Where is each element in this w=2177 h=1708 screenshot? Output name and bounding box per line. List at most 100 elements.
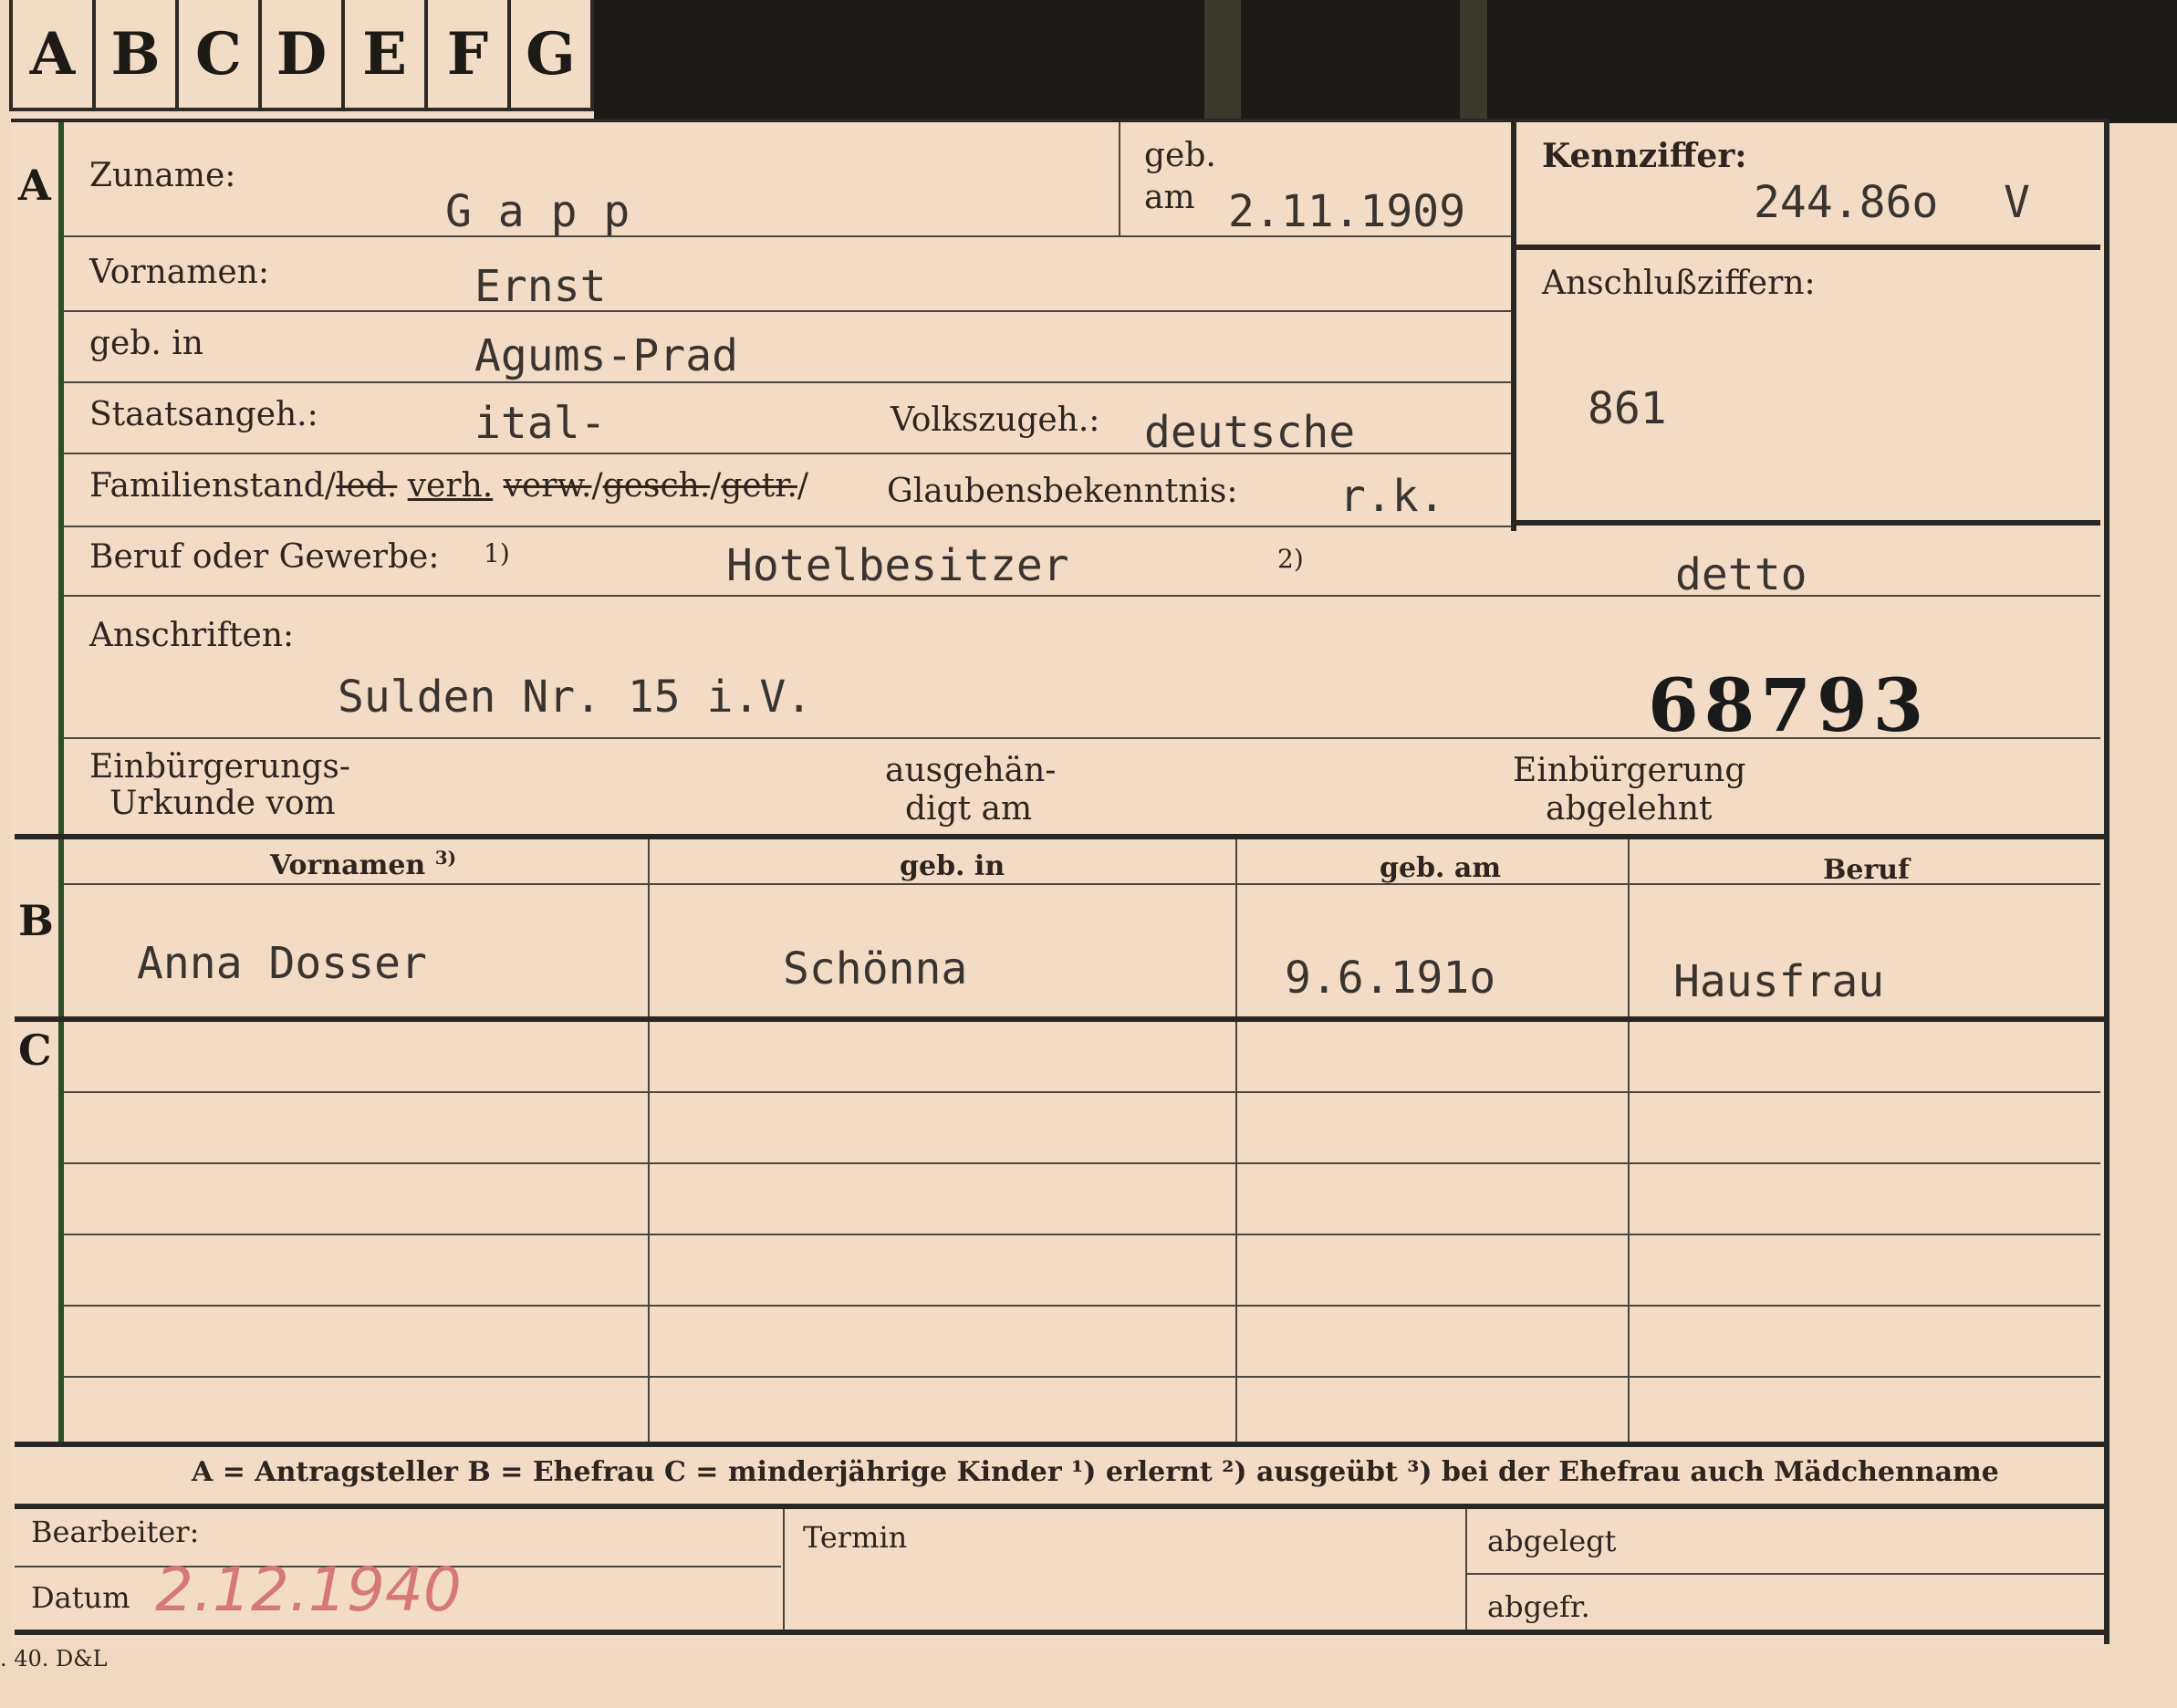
ehefrau-geb-am: 9.6.191o [1285, 953, 1496, 1004]
glaubensbekenntnis-value: r.k. [1339, 471, 1445, 522]
row-line [64, 1305, 2100, 1307]
termin-label: Termin [803, 1520, 908, 1555]
col-header-vornamen: Vornamen 3) [270, 847, 456, 881]
row-line [64, 381, 1513, 383]
tab-g: G [511, 0, 594, 111]
familienstand-option-verh: verh. [407, 467, 494, 505]
col-header-geb-in: geb. in [900, 850, 1005, 882]
kennziffer-value: 244.86o [1754, 177, 1939, 228]
index-tabs: A B C D E F G [9, 0, 594, 123]
col-header-geb-am: geb. am [1380, 852, 1502, 884]
top-stripe [1460, 0, 1487, 123]
section-b-letter: B [18, 896, 54, 945]
kennziffer-border [1511, 245, 2100, 250]
familienstand-option-verw: verw. [503, 467, 592, 505]
zuname-value: G a p p [445, 186, 630, 237]
row-line [64, 1376, 2100, 1378]
col-line [783, 1509, 785, 1630]
anschlussziffer-value: 861 [1588, 383, 1667, 434]
row-line [64, 310, 1513, 312]
tab-e: E [345, 0, 428, 111]
print-code: . 40. D&L [0, 1646, 108, 1672]
section-line [15, 834, 2104, 839]
vornamen-value: Ernst [474, 261, 607, 312]
top-stripe [1204, 0, 1241, 123]
beruf-note-2: 2) [1277, 544, 1304, 574]
familienstand-option-gesch: gesch. [602, 467, 711, 505]
section-a-letter: A [18, 161, 51, 210]
einbuergerungs-urkunde-label-1: Einbürgerungs- [89, 748, 351, 786]
col-line [1628, 839, 1630, 1442]
datum-label: Datum [31, 1580, 130, 1615]
abgelegt-label: abgelegt [1487, 1524, 1617, 1558]
tab-c: C [179, 0, 262, 111]
beruf-erlernt-value: Hotelbesitzer [726, 540, 1069, 591]
section-c-letter: C [18, 1026, 52, 1075]
card-border [2104, 119, 2109, 1644]
geb-in-value: Agums-Prad [474, 330, 738, 381]
section-line [15, 1442, 2104, 1447]
col-line [648, 839, 650, 1442]
row-line [1465, 1573, 2104, 1575]
beruf-label: Beruf oder Gewerbe: [89, 538, 440, 576]
ausgehaendigt-label-2: digt am [905, 790, 1033, 828]
zuname-label: Zuname: [89, 157, 236, 194]
col-header-note: 3) [434, 847, 457, 869]
row-line [64, 1234, 2100, 1235]
section-line [15, 1016, 2104, 1022]
familienstand-option-led: led. [335, 467, 398, 505]
tab-d: D [262, 0, 345, 111]
kennziffer-suffix: V [2004, 177, 2030, 228]
row-line [64, 883, 2100, 885]
section-divider [58, 122, 64, 834]
tab-b: B [96, 0, 179, 111]
col-line [1119, 122, 1120, 235]
glaubensbekenntnis-label: Glaubensbekenntnis: [887, 473, 1238, 510]
section-divider [58, 839, 64, 1017]
familienstand-option-getr: getr. [721, 467, 797, 505]
einbuergerungs-urkunde-label-2: Urkunde vom [109, 785, 336, 822]
beruf-ausgeuebt-value: detto [1675, 549, 1807, 600]
ausgehaendigt-label-1: ausgehän- [885, 752, 1057, 789]
tab-f: F [428, 0, 511, 111]
staatsangeh-value: ital- [474, 398, 607, 449]
top-background [584, 0, 2177, 123]
ehefrau-beruf: Hausfrau [1673, 956, 1885, 1007]
kennziffer-border [1511, 520, 2100, 526]
card-border [15, 1630, 2104, 1635]
familienstand-label: Familienstand [89, 467, 325, 505]
vornamen-label: Vornamen: [89, 254, 269, 291]
col-line [1465, 1509, 1467, 1630]
volkszugeh-label: Volkszugeh.: [891, 401, 1100, 439]
section-divider [58, 1022, 64, 1442]
einbuergerung-abgelehnt-label-1: Einbürgerung [1513, 752, 1746, 789]
geb-am-value: 2.11.1909 [1228, 186, 1466, 237]
row-line [64, 526, 1513, 527]
geb-in-label: geb. in [89, 325, 203, 362]
bearbeiter-label: Bearbeiter: [31, 1515, 200, 1549]
tab-a: A [9, 0, 96, 111]
abgefr-label: abgefr. [1487, 1589, 1590, 1624]
einbuergerung-abgelehnt-label-2: abgelehnt [1546, 790, 1713, 828]
legend-text: A = Antragsteller B = Ehefrau C = minder… [192, 1456, 1999, 1488]
anschrift-value: Sulden Nr. 15 i.V. [338, 672, 813, 723]
kennziffer-label: Kennziffer: [1542, 137, 1747, 175]
ehefrau-vornamen: Anna Dosser [137, 938, 427, 989]
familienstand-row: Familienstand/led. verh. verw./gesch./ge… [89, 467, 809, 505]
volkszugeh-value: deutsche [1144, 407, 1356, 458]
ehefrau-geb-in: Schönna [783, 943, 968, 995]
row-line [64, 1091, 2100, 1093]
geb-label: geb. [1144, 137, 1216, 174]
kennziffer-border [1511, 122, 1516, 531]
anschriften-label: Anschriften: [89, 617, 295, 654]
row-line [64, 1162, 2100, 1164]
am-label: am [1144, 179, 1195, 216]
stamp-number: 68793 [1648, 662, 1930, 748]
col-header-beruf: Beruf [1823, 854, 1910, 886]
anschlussziffern-label: Anschlußziffern: [1542, 265, 1816, 302]
section-line [15, 1504, 2104, 1509]
datum-value: 2.12.1940 [155, 1555, 462, 1625]
staatsangeh-label: Staatsangeh.: [89, 396, 318, 433]
col-line [1235, 839, 1237, 1442]
beruf-note-1: 1) [484, 538, 510, 568]
